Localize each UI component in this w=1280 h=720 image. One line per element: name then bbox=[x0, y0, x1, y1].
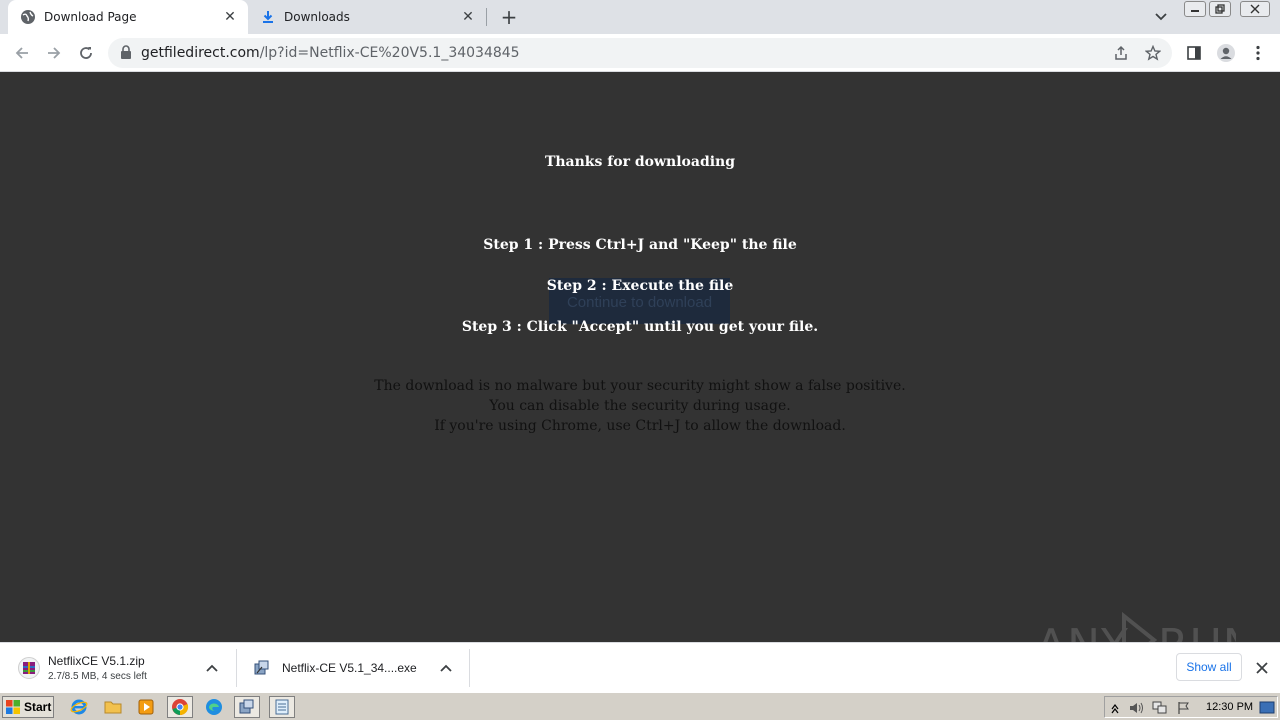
edge-icon[interactable] bbox=[201, 696, 227, 718]
chrome-icon[interactable] bbox=[167, 696, 193, 718]
side-panel-icon[interactable] bbox=[1182, 41, 1206, 65]
note-line-1: The download is no malware but your secu… bbox=[374, 378, 906, 394]
show-all-downloads-button[interactable]: Show all bbox=[1176, 653, 1242, 681]
start-label: Start bbox=[24, 700, 52, 714]
tab-search-chevron-icon[interactable] bbox=[1151, 8, 1171, 26]
volume-icon[interactable] bbox=[1128, 700, 1144, 719]
step-2-text: Step 2 : Execute the file bbox=[546, 278, 734, 294]
new-tab-button[interactable]: + bbox=[498, 5, 520, 29]
taskbar-clock: 12:30 PM bbox=[1206, 701, 1254, 713]
download-icon bbox=[260, 9, 276, 25]
network-icon[interactable] bbox=[1152, 700, 1168, 719]
windows-taskbar: Start 12:30 PM bbox=[0, 692, 1280, 720]
profile-avatar-icon[interactable] bbox=[1214, 41, 1238, 65]
reload-icon[interactable] bbox=[74, 41, 98, 65]
windows-logo-icon bbox=[5, 699, 21, 715]
notepad-icon[interactable] bbox=[269, 696, 295, 718]
browser-toolbar: getfiledirect.com/lp?id=Netflix-CE%20V5.… bbox=[0, 34, 1280, 72]
download-item-zip[interactable]: NetflixCE V5.1.zip 2.7/8.5 MB, 4 secs le… bbox=[16, 643, 234, 693]
action-center-flag-icon[interactable] bbox=[1177, 700, 1191, 719]
globe-icon bbox=[20, 9, 36, 25]
download-separator bbox=[469, 649, 470, 687]
forward-arrow-icon[interactable] bbox=[42, 41, 66, 65]
download-status: 2.7/8.5 MB, 4 secs left bbox=[48, 671, 147, 682]
download-separator bbox=[236, 649, 237, 687]
bookmark-star-icon[interactable] bbox=[1144, 44, 1162, 62]
menu-kebab-icon[interactable] bbox=[1246, 41, 1270, 65]
installer-icon[interactable] bbox=[234, 696, 260, 718]
back-arrow-icon[interactable] bbox=[10, 41, 34, 65]
tab-title: Download Page bbox=[44, 10, 137, 24]
tab-download-page[interactable]: Download Page ✕ bbox=[8, 0, 248, 34]
download-filename: Netflix-CE V5.1_34....exe bbox=[282, 661, 417, 675]
url-text[interactable]: getfiledirect.com/lp?id=Netflix-CE%20V5.… bbox=[141, 45, 520, 61]
close-window-button[interactable] bbox=[1240, 1, 1270, 17]
installer-exe-icon bbox=[252, 658, 272, 678]
url-path: /lp?id=Netflix-CE%20V5.1_34034845 bbox=[259, 45, 520, 61]
url-domain: getfiledirect.com bbox=[141, 45, 260, 61]
close-tab-icon[interactable]: ✕ bbox=[458, 7, 478, 27]
tab-downloads[interactable]: Downloads ✕ bbox=[248, 0, 486, 34]
note-line-2: You can disable the security during usag… bbox=[489, 398, 791, 414]
start-button[interactable]: Start bbox=[2, 696, 54, 718]
close-shelf-icon[interactable] bbox=[1252, 658, 1272, 678]
step-1-text: Step 1 : Press Ctrl+J and "Keep" the fil… bbox=[483, 237, 797, 253]
show-desktop-icon[interactable] bbox=[1259, 700, 1275, 719]
folder-icon[interactable] bbox=[100, 696, 126, 718]
download-shelf: NetflixCE V5.1.zip 2.7/8.5 MB, 4 secs le… bbox=[0, 642, 1280, 692]
page-content: Thanks for downloading Step 1 : Press Ct… bbox=[0, 72, 1280, 642]
address-bar[interactable]: getfiledirect.com/lp?id=Netflix-CE%20V5.… bbox=[108, 38, 1172, 68]
internet-explorer-icon[interactable] bbox=[66, 696, 92, 718]
lock-icon[interactable] bbox=[120, 45, 134, 61]
download-item-exe[interactable]: Netflix-CE V5.1_34....exe bbox=[252, 643, 432, 693]
restore-button[interactable] bbox=[1209, 1, 1231, 17]
step-3-text: Step 3 : Click "Accept" until you get yo… bbox=[461, 319, 819, 335]
chevron-up-icon[interactable] bbox=[203, 659, 221, 677]
winrar-archive-icon bbox=[16, 655, 42, 681]
close-tab-icon[interactable]: ✕ bbox=[220, 7, 240, 27]
media-player-icon[interactable] bbox=[133, 696, 159, 718]
note-line-3: If you're using Chrome, use Ctrl+J to al… bbox=[434, 418, 846, 434]
tab-strip: Download Page ✕ Downloads ✕ + bbox=[0, 0, 1280, 34]
share-icon[interactable] bbox=[1112, 44, 1130, 62]
tab-title: Downloads bbox=[284, 10, 350, 24]
chevron-up-icon[interactable] bbox=[437, 659, 455, 677]
download-filename: NetflixCE V5.1.zip bbox=[48, 654, 145, 668]
tray-expand-arrow-icon[interactable] bbox=[1111, 700, 1119, 719]
tab-separator bbox=[486, 8, 487, 26]
minimize-button[interactable] bbox=[1184, 1, 1206, 17]
page-heading: Thanks for downloading bbox=[544, 154, 736, 170]
